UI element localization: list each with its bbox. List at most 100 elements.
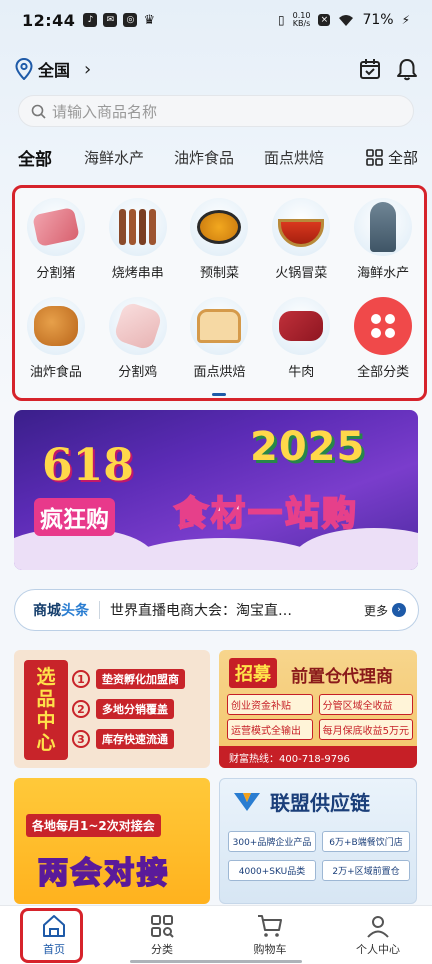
bbq-skewers-image (108, 198, 167, 256)
news-ticker[interactable]: 商城 头条 世界直播电商大会：淘宝直… 更多 › (14, 589, 419, 631)
tab-fried-food[interactable]: 油炸食品 (174, 147, 234, 168)
cart-icon (258, 914, 282, 937)
location-selector[interactable]: 全国 › (14, 57, 91, 81)
status-time: 12:44 (22, 10, 76, 30)
vibrate-icon: ▯ (278, 13, 285, 27)
feature-number: 2 (72, 700, 90, 718)
category-item-fried[interactable]: 油炸食品 (15, 297, 97, 380)
nav-profile[interactable]: 个人中心 (324, 906, 432, 964)
benefit-chip: 运营模式全输出 (227, 719, 313, 740)
nav-label: 个人中心 (356, 942, 400, 956)
promo-recruit-agent[interactable]: 招募 前置仓代理商 创业资金补贴 分管区域全收益 运营模式全输出 每月保底收益5… (219, 650, 417, 768)
category-item-bakery[interactable]: 面点烘焙 (179, 297, 261, 380)
promo1-feature: 2 多地分销覆盖 (72, 694, 204, 724)
category-item-bbq[interactable]: 烧烤串串 (97, 198, 179, 281)
promo-alliance-supply-chain[interactable]: 联盟供应链 300+品牌企业产品 6万+B端餐饮门店 4000+SKU品类 2万… (219, 778, 417, 904)
category-item-beef[interactable]: 牛肉 (260, 297, 342, 380)
tab-seafood[interactable]: 海鲜水产 (84, 147, 144, 168)
banner-crazy-buy: 疯狂购 (34, 498, 115, 536)
news-more-button[interactable]: 更多 › (364, 602, 406, 619)
calendar-check-icon[interactable] (358, 57, 382, 81)
grid-icon (366, 148, 383, 166)
feature-text: 垫资孵化加盟商 (96, 669, 185, 689)
category-grid-icon (151, 914, 174, 938)
alliance-stat: 4000+SKU品类 (228, 860, 316, 881)
all-categories-icon (354, 297, 413, 355)
tiktok-icon: ♪ (83, 12, 98, 27)
category-item-seafood[interactable]: 海鲜水产 (342, 198, 424, 281)
category-label: 预制菜 (199, 266, 239, 281)
hotline: 财富热线：400-718-9796 (219, 746, 417, 768)
header-actions (358, 57, 418, 81)
highlight-box (20, 908, 83, 963)
tab-bakery[interactable]: 面点烘焙 (264, 147, 324, 168)
benefit-chip: 每月保底收益5万元 (318, 719, 413, 740)
category-label: 全部分类 (357, 365, 410, 380)
fried-food-image (26, 297, 85, 355)
recruit-benefits: 创业资金补贴 分管区域全收益 运营模式全输出 每月保底收益5万元 (227, 694, 413, 740)
search-input[interactable]: 请输入商品名称 (18, 95, 414, 127)
news-headline: 世界直播电商大会：淘宝直… (110, 603, 292, 619)
category-item-all[interactable]: 全部分类 (342, 297, 424, 380)
category-label: 面点烘焙 (193, 365, 246, 380)
status-notification-icons: ♪ ✉ ◎ ♛ (83, 12, 156, 28)
nav-label: 购物车 (253, 942, 287, 956)
category-label: 烧烤串串 (111, 266, 164, 281)
page-indicator (212, 393, 226, 396)
mail-icon: ✉ (103, 12, 118, 27)
chevron-right-icon: › (84, 58, 92, 80)
promo-matchmaking-meeting[interactable]: 各地每月1~2次对接会 两会对接 (14, 778, 210, 904)
battery-level: 71% (362, 12, 394, 28)
category-label: 分割猪 (36, 266, 76, 281)
meeting-frequency: 各地每月1~2次对接会 (26, 814, 161, 837)
feature-text: 多地分销覆盖 (96, 699, 174, 719)
chevron-right-icon: › (392, 603, 406, 617)
alliance-logo-icon (234, 793, 260, 811)
all-categories-tab-button[interactable]: 全部 (366, 147, 418, 168)
seafood-fish-image (354, 198, 413, 256)
search-placeholder: 请输入商品名称 (52, 102, 158, 121)
network-speed: 0.10 KB/s (293, 12, 311, 28)
promo-banner-618[interactable]: 618 疯狂购 2025 食材一站购 (14, 410, 418, 570)
category-label: 油炸食品 (29, 365, 82, 380)
bell-icon[interactable] (396, 57, 418, 81)
search-icon (31, 104, 46, 119)
news-tag-mall: 商城 (33, 603, 61, 619)
beef-image (272, 297, 331, 355)
all-tab-label: 全部 (387, 148, 418, 167)
category-grid: 分割猪 烧烤串串 预制菜 火锅冒菜 海鲜水产 油炸食品 分割鸡 面点烘焙 牛肉 … (15, 198, 424, 380)
nav-category[interactable]: 分类 (108, 906, 216, 964)
location-row: 全国 › (14, 54, 418, 84)
promo1-feature: 3 库存快速流通 (72, 724, 204, 754)
charging-icon: ⚡ (401, 13, 410, 27)
feature-text: 库存快速流通 (96, 729, 174, 749)
more-label: 更多 (363, 603, 388, 618)
alliance-stat: 2万+区域前置仓 (322, 860, 410, 881)
location-pin-icon (14, 57, 34, 81)
prepared-dish-image (190, 198, 249, 256)
tab-all[interactable]: 全部 (18, 145, 52, 170)
nav-cart[interactable]: 购物车 (216, 906, 324, 964)
category-item-hotpot[interactable]: 火锅冒菜 (260, 198, 342, 281)
category-grid-panel: 分割猪 烧烤串串 预制菜 火锅冒菜 海鲜水产 油炸食品 分割鸡 面点烘焙 牛肉 … (12, 185, 427, 401)
meeting-title: 两会对接 (37, 855, 170, 892)
recruit-badge: 招募 (229, 658, 277, 688)
category-label: 火锅冒菜 (275, 266, 328, 281)
hotpot-image (272, 198, 331, 256)
title-char: 心 (36, 732, 56, 754)
divider (99, 601, 100, 619)
category-item-pork[interactable]: 分割猪 (15, 198, 97, 281)
net-unit: KB/s (292, 19, 311, 28)
wifi-icon (339, 14, 354, 26)
category-item-chicken[interactable]: 分割鸡 (97, 297, 179, 380)
chicken-cut-image (108, 297, 167, 355)
title-char: 中 (36, 710, 56, 732)
user-icon (367, 915, 389, 938)
crown-icon: ♛ (143, 12, 156, 28)
feature-number: 1 (72, 670, 90, 688)
banner-year: 2025 (250, 424, 366, 470)
promo-selection-center[interactable]: 选 品 中 心 1 垫资孵化加盟商 2 多地分销覆盖 3 库存快速流通 (14, 650, 210, 768)
bread-image (190, 297, 249, 355)
category-item-prepared[interactable]: 预制菜 (179, 198, 261, 281)
gesture-bar (130, 960, 302, 963)
